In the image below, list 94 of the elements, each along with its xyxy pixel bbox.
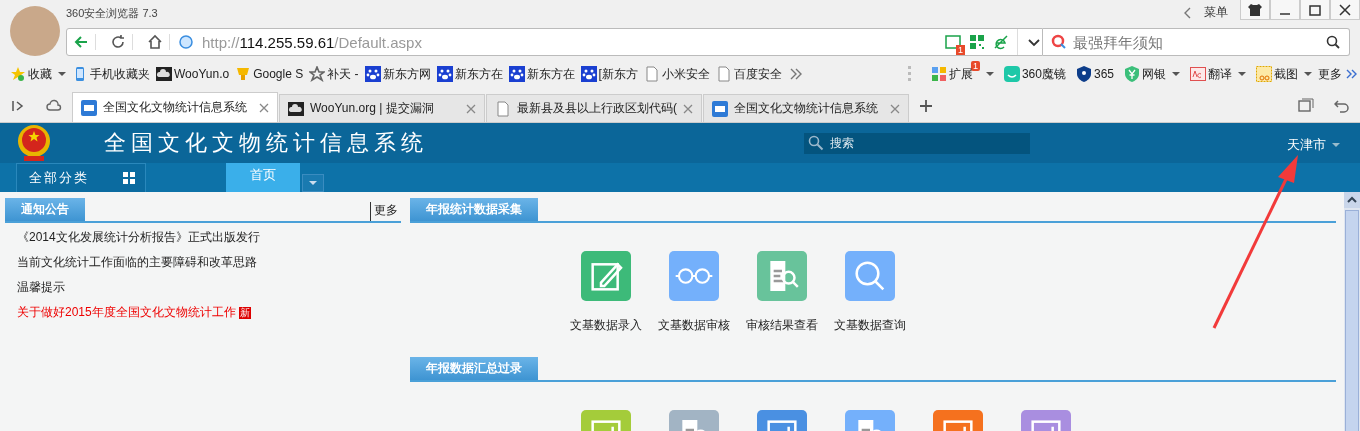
caret-icon[interactable] — [58, 70, 66, 78]
bookmark-item[interactable]: 新东方在 — [508, 65, 575, 83]
notice-link[interactable]: 当前文化统计工作面临的主要障碍和改革思路 — [17, 254, 257, 271]
paw-icon — [580, 66, 597, 82]
shirt-icon[interactable] — [1247, 1, 1263, 18]
user-avatar[interactable] — [10, 6, 60, 56]
paw-icon — [436, 66, 453, 82]
address-bar[interactable]: http://114.255.59.61/Default.aspx 1 — [66, 28, 1043, 56]
search-engine-icon[interactable] — [1051, 34, 1067, 50]
shield-icon — [1075, 66, 1092, 82]
glasses-tile-icon[interactable] — [669, 251, 719, 301]
ro-logo-icon — [81, 99, 97, 116]
bookmark-item[interactable]: 收藏 — [10, 65, 52, 83]
skin-button[interactable] — [1240, 0, 1270, 20]
close-button[interactable] — [1330, 0, 1360, 20]
count-badge: 1 — [956, 45, 965, 55]
paw-icon — [364, 66, 381, 82]
more-link[interactable]: 更多 — [370, 202, 401, 221]
ro-logo-icon — [712, 100, 728, 117]
browser-tab[interactable]: 最新县及县以上行政区划代码( — [486, 94, 702, 122]
notice-link[interactable]: 温馨提示 — [17, 279, 65, 296]
apps-icon — [930, 66, 947, 82]
cloud-icon — [156, 66, 172, 82]
bookmark-item[interactable]: [新东方 — [580, 65, 638, 83]
search-field[interactable]: 搜索 — [828, 135, 1026, 151]
page-icon — [715, 66, 732, 82]
window-title: 360安全浏览器 7.3 — [66, 6, 158, 21]
paw-icon — [508, 66, 525, 82]
url-text[interactable]: http://114.255.59.61/Default.aspx — [202, 33, 937, 51]
search-tile-icon[interactable] — [845, 251, 895, 301]
extension-item[interactable]: 翻译 — [1190, 65, 1232, 83]
bookmark-item[interactable]: 手机收藏夹 — [72, 65, 150, 83]
grid-icon[interactable] — [121, 170, 137, 186]
caret-icon[interactable] — [1304, 70, 1312, 78]
tile-label[interactable]: 文基数据录入 — [570, 317, 642, 334]
new-badge: 新 — [238, 306, 251, 319]
caret-icon[interactable] — [1172, 70, 1180, 78]
edit-tile-icon[interactable] — [581, 251, 631, 301]
star-icon — [10, 66, 26, 82]
extension-item[interactable]: 365 — [1075, 66, 1114, 82]
scissors-icon — [1256, 66, 1272, 82]
browser-tab[interactable]: 全国文化文物统计信息系统 — [703, 94, 909, 122]
caret-icon[interactable] — [1332, 141, 1340, 149]
chevron-left-icon[interactable] — [1184, 7, 1192, 19]
shield-yen-icon — [1124, 66, 1140, 82]
notice-link[interactable]: 关于做好2015年度全国文化文物统计工作 — [17, 304, 236, 321]
bookmark-item[interactable]: 小米安全 — [643, 65, 710, 83]
bookmark-item[interactable]: WooYun.o — [156, 66, 230, 82]
scroll-up-icon[interactable] — [1344, 192, 1360, 208]
caret-icon[interactable] — [985, 70, 994, 78]
tile-label[interactable]: 审核结果查看 — [746, 317, 818, 334]
search-icon — [808, 135, 824, 151]
tile-label[interactable]: 文基数据审核 — [658, 317, 730, 334]
search-box[interactable]: 搜索 — [804, 132, 1030, 154]
cloud-icon — [288, 100, 304, 117]
star-outline-icon — [309, 66, 326, 82]
qr-code-icon[interactable] — [969, 34, 985, 50]
drag-handle-icon[interactable] — [907, 66, 911, 82]
extension-item[interactable]: 扩展 — [930, 65, 973, 83]
page-icon — [495, 100, 511, 117]
system-title: 全国文化文物统计信息系统 — [104, 129, 429, 157]
search-box[interactable]: 最强拜年须知 — [1043, 28, 1350, 56]
bookmark-item[interactable]: 百度安全 — [715, 65, 782, 83]
caret-icon[interactable] — [309, 179, 317, 187]
caret-icon[interactable] — [1238, 70, 1246, 78]
page-icon — [643, 66, 660, 82]
bookmark-item[interactable]: 新东方在 — [436, 65, 503, 83]
trophy-icon — [235, 66, 252, 82]
scrollbar[interactable] — [1344, 192, 1360, 431]
extension-item[interactable]: 网银 — [1124, 65, 1166, 83]
extension-item[interactable]: 截图 — [1256, 65, 1298, 83]
notice-link[interactable]: 《2014文化发展统计分析报告》正式出版发行 — [17, 229, 260, 246]
globe-icon — [178, 34, 194, 50]
search-field[interactable]: 最强拜年须知 — [1071, 32, 1321, 52]
search-icon[interactable] — [1325, 34, 1341, 50]
smiley-icon — [1003, 66, 1020, 82]
menu-button[interactable]: 菜单 — [1192, 0, 1240, 25]
maximize-button[interactable] — [1300, 0, 1330, 20]
city-dropdown[interactable]: 天津市 — [1281, 135, 1346, 155]
translate-icon — [1190, 66, 1206, 82]
minimize-button[interactable] — [1270, 0, 1300, 20]
more-button[interactable]: 更多 — [1318, 65, 1360, 83]
bookmark-item[interactable]: 新东方网 — [364, 65, 431, 83]
all-categories-button[interactable]: 全部分类 — [16, 163, 146, 192]
close-icon[interactable] — [1337, 1, 1353, 18]
bookmark-item[interactable]: 补天 - — [309, 65, 359, 83]
dropdown-button[interactable] — [302, 174, 324, 192]
browser-e-icon[interactable] — [993, 34, 1009, 50]
tile-label[interactable]: 文基数据查询 — [834, 317, 906, 334]
report-tile-icon[interactable] — [757, 251, 807, 301]
browser-tab[interactable]: WooYun.org | 提交漏洞 — [279, 94, 485, 122]
browser-tab[interactable]: 全国文化文物统计信息系统 — [72, 92, 278, 122]
bookmark-item[interactable]: Google S — [235, 66, 304, 82]
extension-item[interactable]: 360魔镜 — [1003, 65, 1066, 83]
